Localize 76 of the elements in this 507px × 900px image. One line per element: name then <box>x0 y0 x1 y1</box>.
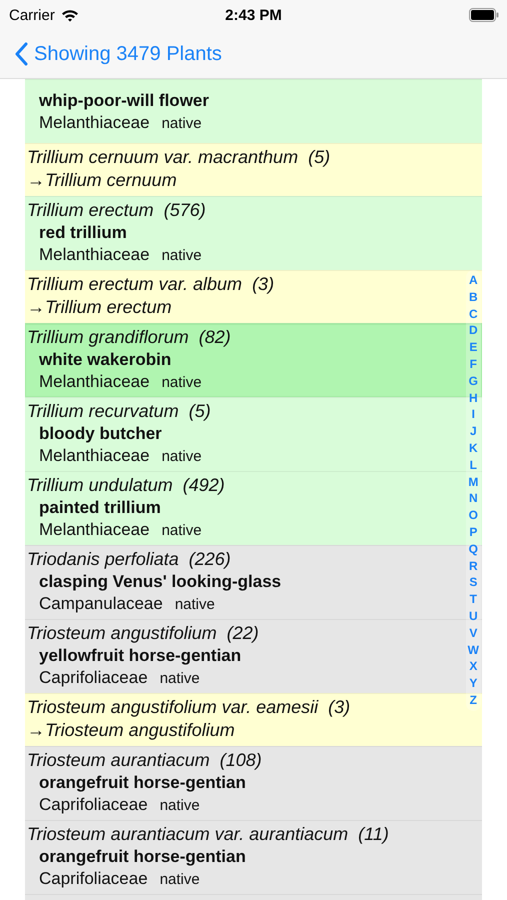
index-letter[interactable]: D <box>467 322 480 340</box>
common-name: painted trillium <box>38 497 161 519</box>
carrier-label: Carrier <box>9 6 55 24</box>
common-name: bloody butcher <box>38 423 162 445</box>
native-status: native <box>160 796 200 816</box>
battery-icon <box>469 8 499 22</box>
index-letter[interactable]: Z <box>468 692 479 709</box>
native-status: native <box>160 669 200 689</box>
native-status: native <box>174 595 215 615</box>
plant-list-row[interactable]: whip-poor-will flower Melanthiaceae native <box>25 79 482 143</box>
index-letter[interactable]: L <box>468 456 479 474</box>
index-letter[interactable]: N <box>467 490 480 508</box>
section-index-overlay[interactable]: A B C D E F G H I J K L M N O P Q R S T U V W X Y Z <box>466 270 481 711</box>
native-status: native <box>162 114 202 134</box>
index-letter[interactable]: J <box>468 423 479 440</box>
index-letter[interactable]: O <box>466 507 480 524</box>
scientific-name: Trillium undulatum (492) <box>27 474 225 497</box>
family-name: Caprifoliaceae <box>39 794 148 815</box>
index-letter[interactable]: A <box>467 272 480 289</box>
family-name: Melanthiaceae <box>39 244 150 265</box>
scientific-name: Triosteum aurantiacum var. aurantiacum (11) <box>27 823 389 846</box>
index-letter[interactable]: M <box>466 474 480 490</box>
index-letter[interactable]: I <box>470 406 477 424</box>
back-button[interactable]: Showing 3479 Plants <box>14 42 222 66</box>
common-name: orangefruit horse-gentian <box>38 846 246 868</box>
index-letter[interactable]: X <box>467 658 480 676</box>
index-letter[interactable]: E <box>467 339 480 356</box>
status-time: 2:43 PM <box>225 6 282 24</box>
native-status: native <box>160 870 200 890</box>
native-status: native <box>162 246 202 266</box>
family-name: Caprifoliaceae <box>39 868 148 889</box>
scientific-name: Trillium erectum (576) <box>27 199 206 222</box>
index-letter[interactable]: G <box>466 372 480 390</box>
index-letter[interactable]: C <box>467 306 480 322</box>
family-name: Melanthiaceae <box>39 112 150 133</box>
scientific-name: Trillium grandiflorum (82) <box>27 326 231 349</box>
index-letter[interactable]: B <box>467 288 480 306</box>
index-letter[interactable]: P <box>467 524 480 541</box>
scientific-name: Triosteum aurantiacum (108) <box>27 749 262 772</box>
common-name: orangefruit horse-gentian <box>38 772 246 794</box>
native-status: native <box>162 373 202 393</box>
common-name: yellowfruit horse-gentian <box>38 645 242 667</box>
scientific-name: Trillium erectum var. album (3) <box>27 273 274 296</box>
plant-list-row[interactable]: Trillium cernuum var. macranthum (5) →Trillium cernuum <box>25 143 482 196</box>
plant-list-row[interactable]: Triosteum aurantiacum var. aurantiacum (11) orangefruit horse-gentian Caprifoliaceae native <box>25 820 482 894</box>
common-name: whip-poor-will flower <box>38 90 209 112</box>
index-letter[interactable]: T <box>468 591 479 608</box>
scientific-name: Trillium cernuum var. macranthum (5) <box>27 146 330 169</box>
back-chevron-icon[interactable] <box>14 42 28 66</box>
family-name: Melanthiaceae <box>39 371 150 392</box>
index-letter[interactable]: W <box>466 642 481 658</box>
accepted-name-link: →Triosteum angustifolium <box>27 719 235 742</box>
index-letter[interactable]: F <box>468 356 479 373</box>
index-letter[interactable]: K <box>467 440 480 457</box>
common-name: clasping Venus' looking-glass <box>38 571 282 593</box>
scientific-name: Triodanis perfoliata (226) <box>27 548 231 571</box>
native-status: native <box>162 521 202 541</box>
index-letter[interactable]: R <box>467 558 480 574</box>
plant-list-row[interactable]: Trillium erectum (576) red trillium Melanthiaceae native <box>25 196 482 270</box>
scientific-name: Triosteum angustifolium var. eamesii (3) <box>27 696 350 719</box>
family-name: Melanthiaceae <box>39 519 150 540</box>
family-name: Melanthiaceae <box>39 445 150 466</box>
family-name: Campanulaceae <box>39 593 163 614</box>
plant-list-row[interactable]: Triosteum aurantiacum (108) orangefruit horse-gentian Caprifoliaceae native <box>25 746 482 820</box>
index-letter[interactable]: V <box>467 624 480 642</box>
accepted-name-link: →Trillium erectum <box>27 296 172 319</box>
index-letter[interactable]: S <box>467 574 480 592</box>
common-name: red trillium <box>38 222 127 244</box>
family-name: Caprifoliaceae <box>39 667 148 688</box>
scientific-name: Trillium recurvatum (5) <box>27 400 211 423</box>
common-name: white wakerobin <box>38 349 172 371</box>
accepted-name-link: →Trillium cernuum <box>27 169 177 192</box>
wifi-icon <box>60 8 79 22</box>
scientific-name: Triosteum angustifolium (22) <box>27 622 259 645</box>
native-status: native <box>162 447 202 467</box>
index-letter[interactable]: Y <box>467 675 480 692</box>
